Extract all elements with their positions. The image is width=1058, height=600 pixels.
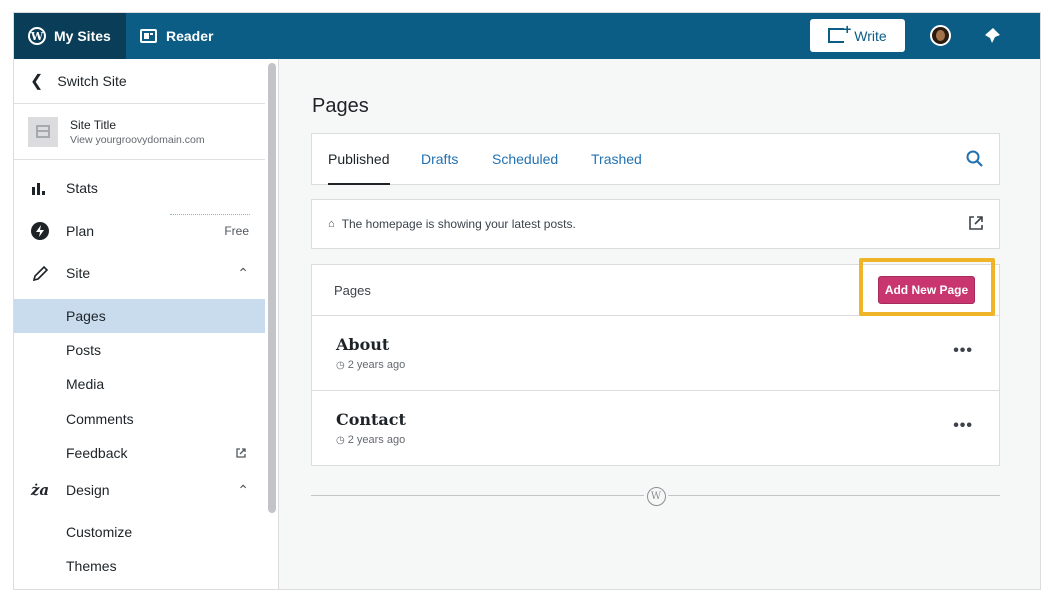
page-time: ◷ 2 years ago — [336, 434, 405, 446]
chevron-up-icon[interactable]: ⌃ — [237, 482, 249, 499]
homepage-notice: ⌂ The homepage is showing your latest po… — [311, 199, 1000, 249]
sidebar-item-themes[interactable]: Themes — [14, 549, 265, 583]
app-window: W My Sites Reader Write ❮ Switch Site Si… — [13, 12, 1041, 590]
tab-trashed[interactable]: Trashed — [591, 134, 642, 184]
add-new-page-button[interactable]: Add New Page — [878, 276, 975, 304]
sidebar-item-label: Pages — [66, 308, 106, 324]
page-title-link[interactable]: Contact — [336, 410, 406, 429]
tab-drafts[interactable]: Drafts — [421, 134, 458, 184]
search-icon[interactable] — [965, 149, 985, 169]
sidebar-item-posts[interactable]: Posts — [14, 333, 265, 367]
external-link-icon — [236, 448, 246, 458]
write-icon — [828, 21, 851, 43]
reader-button[interactable]: Reader — [140, 13, 213, 59]
switch-site-label: Switch Site — [57, 73, 127, 89]
site-placeholder-icon — [28, 116, 58, 147]
page-title-link[interactable]: About — [336, 335, 389, 354]
my-sites-label: My Sites — [54, 28, 111, 44]
sidebar-item-media[interactable]: Media — [14, 367, 265, 401]
sidebar-scrollbar[interactable] — [268, 63, 276, 513]
list-header: Pages Add New Page — [312, 258, 999, 316]
sidebar-item-stats[interactable]: Stats — [14, 171, 265, 205]
sidebar-item-pages[interactable]: Pages — [14, 299, 265, 333]
sidebar-item-plan[interactable]: Plan Free — [14, 214, 265, 248]
page-time: ◷ 2 years ago — [336, 359, 405, 371]
chevron-up-icon[interactable]: ⌃ — [237, 265, 249, 282]
switch-site-button[interactable]: ❮ Switch Site — [14, 59, 265, 104]
sidebar-item-label: Design — [66, 482, 110, 498]
sidebar-item-design[interactable]: ża Design ⌃ — [14, 473, 265, 507]
reader-label: Reader — [166, 28, 214, 44]
external-link-icon[interactable] — [967, 214, 985, 232]
list-header-label: Pages — [334, 282, 371, 298]
sidebar-item-label: Themes — [66, 558, 117, 574]
write-button[interactable]: Write — [810, 19, 905, 52]
wordpress-footer-logo-icon: W — [644, 484, 668, 508]
clock-icon: ◷ — [336, 360, 345, 371]
sidebar: ❮ Switch Site Site Title View yourgroovy… — [14, 59, 279, 589]
time-text: 2 years ago — [347, 359, 406, 371]
site-card[interactable]: Site Title View yourgroovydomain.com — [14, 104, 265, 160]
sidebar-item-comments[interactable]: Comments — [14, 402, 265, 436]
page-title: Pages — [312, 95, 369, 117]
my-sites-button[interactable]: W My Sites — [14, 13, 126, 59]
more-options-icon[interactable]: ••• — [953, 342, 973, 360]
sidebar-item-feedback[interactable]: Feedback — [14, 436, 265, 470]
home-icon: ⌂ — [328, 218, 335, 230]
stats-icon — [30, 178, 50, 198]
top-bar: W My Sites Reader Write — [14, 13, 1040, 59]
notice-text: The homepage is showing your latest post… — [341, 217, 576, 231]
pencil-icon — [30, 263, 50, 283]
plan-icon — [30, 221, 50, 241]
sidebar-item-customize[interactable]: Customize — [14, 515, 265, 549]
sidebar-item-label: Site — [66, 265, 91, 281]
write-label: Write — [854, 27, 887, 44]
tab-published[interactable]: Published — [328, 134, 390, 185]
time-text: 2 years ago — [347, 434, 406, 446]
plan-badge: Free — [224, 224, 249, 238]
avatar[interactable] — [930, 25, 951, 46]
sidebar-item-label: Customize — [66, 524, 133, 540]
sidebar-item-label: Stats — [66, 180, 98, 196]
chevron-left-icon: ❮ — [30, 73, 44, 90]
sidebar-item-label: Posts — [66, 342, 102, 358]
tab-bar: Published Drafts Scheduled Trashed — [311, 133, 1000, 185]
site-title: Site Title — [70, 117, 117, 132]
reader-icon — [140, 29, 157, 43]
list-item[interactable]: Contact ◷ 2 years ago ••• — [312, 391, 999, 466]
site-url: View yourgroovydomain.com — [70, 133, 205, 146]
clock-icon: ◷ — [336, 435, 345, 446]
wordpress-logo-icon: W — [28, 27, 46, 45]
pages-list: Pages Add New Page About ◷ 2 years ago ••… — [311, 258, 1000, 466]
tab-scheduled[interactable]: Scheduled — [492, 134, 558, 184]
design-icon: ża — [30, 481, 50, 499]
list-item[interactable]: About ◷ 2 years ago ••• — [312, 316, 999, 391]
sidebar-item-label: Feedback — [66, 445, 128, 461]
notifications-icon[interactable] — [983, 27, 1001, 45]
sidebar-item-label: Plan — [66, 223, 95, 239]
more-options-icon[interactable]: ••• — [953, 417, 973, 435]
sidebar-item-label: Comments — [66, 411, 134, 427]
sidebar-item-site[interactable]: Site ⌃ — [14, 256, 265, 290]
sidebar-item-label: Media — [66, 376, 105, 392]
